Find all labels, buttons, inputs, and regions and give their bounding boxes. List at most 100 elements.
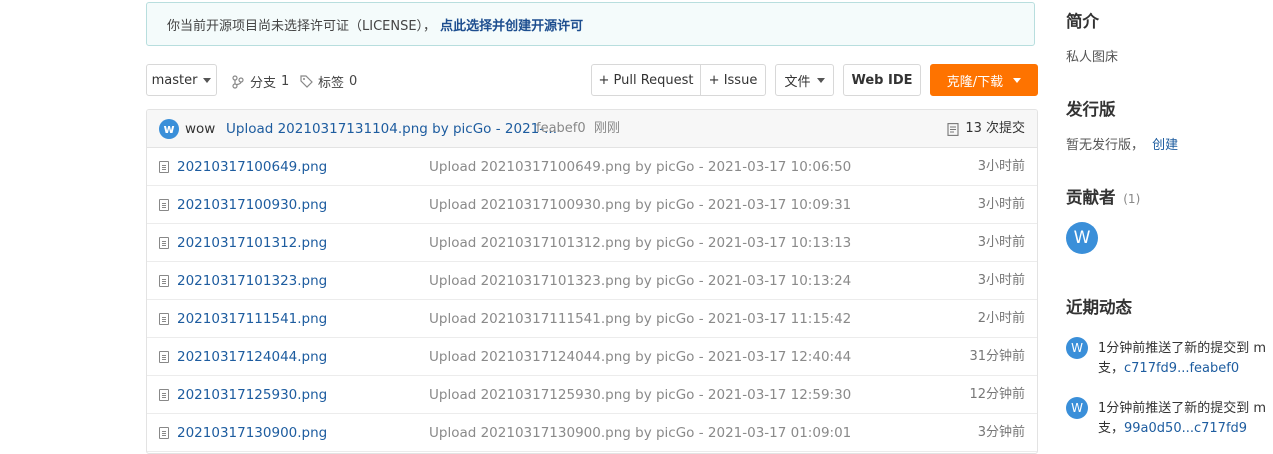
file-menu-label: 文件 <box>784 74 811 90</box>
file-icon <box>159 313 169 325</box>
table-row: 20210317130900.png Upload 20210317130900.… <box>147 414 1037 452</box>
file-name-link[interactable]: 20210317130900.png <box>159 414 327 452</box>
file-commit-time: 2小时前 <box>977 311 1025 326</box>
activity-detail-prefix: 支， <box>1098 421 1125 436</box>
file-name-link[interactable]: 20210317124044.png <box>159 338 327 376</box>
file-commit-time: 3小时前 <box>977 197 1025 212</box>
file-icon <box>159 351 169 363</box>
file-name-link[interactable]: 20210317100649.png <box>159 148 327 186</box>
branch-select-label: master <box>151 72 198 88</box>
file-name-link[interactable]: 20210317101312.png <box>159 224 327 262</box>
file-name: 20210317101312.png <box>177 235 328 251</box>
tags-label: 标签 <box>318 76 345 91</box>
chevron-down-icon <box>1013 77 1022 83</box>
release-text: 暂无发行版， <box>1066 138 1145 153</box>
file-commit-time: 12分钟前 <box>969 387 1025 402</box>
file-name: 20210317124044.png <box>177 349 328 365</box>
license-notice: 你当前开源项目尚未选择许可证（LICENSE）， 点此选择并创建开源许可 <box>146 2 1035 46</box>
create-release-link[interactable]: 创建 <box>1152 138 1178 153</box>
file-icon <box>159 161 169 173</box>
intro-text: 私人图床 <box>1066 50 1119 65</box>
contributors-title: 贡献者 (1) <box>1066 184 1140 208</box>
avatar[interactable]: w <box>159 119 179 139</box>
contributors-title-text: 贡献者 <box>1066 188 1116 207</box>
contributors-count: (1) <box>1123 192 1141 206</box>
license-notice-text: 你当前开源项目尚未选择许可证（LICENSE）， <box>167 18 437 34</box>
file-commit-message[interactable]: Upload 20210317130900.png by picGo - 202… <box>429 414 851 452</box>
commit-hash[interactable]: feabef0 <box>536 110 586 148</box>
activity-detail: 支，99a0d50...c717fd9 <box>1098 417 1247 436</box>
compare-link[interactable]: 99a0d50...c717fd9 <box>1124 421 1247 436</box>
table-row: 20210317111541.png Upload 20210317111541.… <box>147 300 1037 338</box>
web-ide-button[interactable]: Web IDE <box>843 64 921 96</box>
chevron-down-icon <box>816 77 825 83</box>
file-commit-message[interactable]: Upload 20210317100649.png by picGo - 202… <box>429 148 851 186</box>
file-commit-time: 3小时前 <box>977 235 1025 250</box>
commits-icon <box>947 122 959 136</box>
intro-title: 简介 <box>1066 12 1099 31</box>
file-name: 20210317125930.png <box>177 387 328 403</box>
commit-count: 13 次提交 <box>965 121 1025 136</box>
commit-time: 刚刚 <box>594 121 621 136</box>
latest-commit-bar: w wow Upload 20210317131104.png by picGo… <box>147 110 1037 148</box>
table-row: 20210317100649.png Upload 20210317100649.… <box>147 148 1037 186</box>
file-name-link[interactable]: 20210317100930.png <box>159 186 327 224</box>
file-commit-time: 3小时前 <box>977 159 1025 174</box>
file-commit-message[interactable]: Upload 20210317100930.png by picGo - 202… <box>429 186 851 224</box>
file-name-link[interactable]: 20210317101323.png <box>159 262 327 300</box>
commit-author[interactable]: wow <box>185 110 215 148</box>
file-commit-time: 31分钟前 <box>969 349 1025 364</box>
activity-text: 1分钟前推送了新的提交到 m <box>1098 341 1267 356</box>
file-icon <box>159 389 169 401</box>
activity-text: 1分钟前推送了新的提交到 m <box>1098 401 1267 416</box>
commit-count-link[interactable]: 13 次提交 <box>947 110 1025 148</box>
file-commit-message[interactable]: Upload 20210317101323.png by picGo - 202… <box>429 262 851 300</box>
tag-icon <box>300 75 313 88</box>
activity-detail: 支，c717fd9...feabef0 <box>1098 357 1239 376</box>
branches-link[interactable]: 分支 1 <box>232 72 289 91</box>
release-title: 发行版 <box>1066 100 1116 119</box>
table-row: 20210317101323.png Upload 20210317101323.… <box>147 262 1037 300</box>
activity-detail-prefix: 支， <box>1098 361 1125 376</box>
issue-button[interactable]: + Issue <box>700 64 766 96</box>
branch-select[interactable]: master <box>146 64 217 96</box>
table-row: 20210317125930.png Upload 20210317125930.… <box>147 376 1037 414</box>
file-name-link[interactable]: 20210317125930.png <box>159 376 327 414</box>
file-name: 20210317101323.png <box>177 273 328 289</box>
compare-link[interactable]: c717fd9...feabef0 <box>1124 361 1239 376</box>
commit-message[interactable]: Upload 20210317131104.png by picGo - 202… <box>226 110 557 148</box>
file-icon <box>159 237 169 249</box>
file-icon <box>159 427 169 439</box>
release-info: 暂无发行版， 创建 <box>1066 134 1178 153</box>
file-list: w wow Upload 20210317131104.png by picGo… <box>146 109 1038 454</box>
file-icon <box>159 275 169 287</box>
contributor-avatar[interactable]: W <box>1066 222 1098 254</box>
file-icon <box>159 199 169 211</box>
tags-count: 0 <box>349 74 358 89</box>
file-name: 20210317100649.png <box>177 159 328 175</box>
file-name: 20210317100930.png <box>177 197 328 213</box>
avatar[interactable]: W <box>1066 397 1088 419</box>
file-rows: 20210317100649.png Upload 20210317100649.… <box>147 148 1037 452</box>
activity-title: 近期动态 <box>1066 298 1132 317</box>
branch-icon <box>232 74 244 89</box>
file-commit-message[interactable]: Upload 20210317125930.png by picGo - 202… <box>429 376 851 414</box>
tags-link[interactable]: 标签 0 <box>300 72 357 91</box>
branches-count: 1 <box>281 74 290 89</box>
pull-request-button[interactable]: + Pull Request <box>591 64 701 96</box>
table-row: 20210317100930.png Upload 20210317100930.… <box>147 186 1037 224</box>
file-commit-time: 3分钟前 <box>977 425 1025 440</box>
file-commit-message[interactable]: Upload 20210317111541.png by picGo - 202… <box>429 300 851 338</box>
file-name-link[interactable]: 20210317111541.png <box>159 300 327 338</box>
table-row: 20210317101312.png Upload 20210317101312.… <box>147 224 1037 262</box>
chevron-down-icon <box>203 77 212 83</box>
branches-label: 分支 <box>250 76 277 91</box>
avatar[interactable]: W <box>1066 337 1088 359</box>
file-commit-time: 3小时前 <box>977 273 1025 288</box>
file-commit-message[interactable]: Upload 20210317101312.png by picGo - 202… <box>429 224 851 262</box>
file-commit-message[interactable]: Upload 20210317124044.png by picGo - 202… <box>429 338 851 376</box>
file-name: 20210317130900.png <box>177 425 328 441</box>
clone-download-button[interactable]: 克隆/下载 <box>930 64 1038 96</box>
file-menu-button[interactable]: 文件 <box>775 64 834 96</box>
create-license-link[interactable]: 点此选择并创建开源许可 <box>440 15 583 34</box>
